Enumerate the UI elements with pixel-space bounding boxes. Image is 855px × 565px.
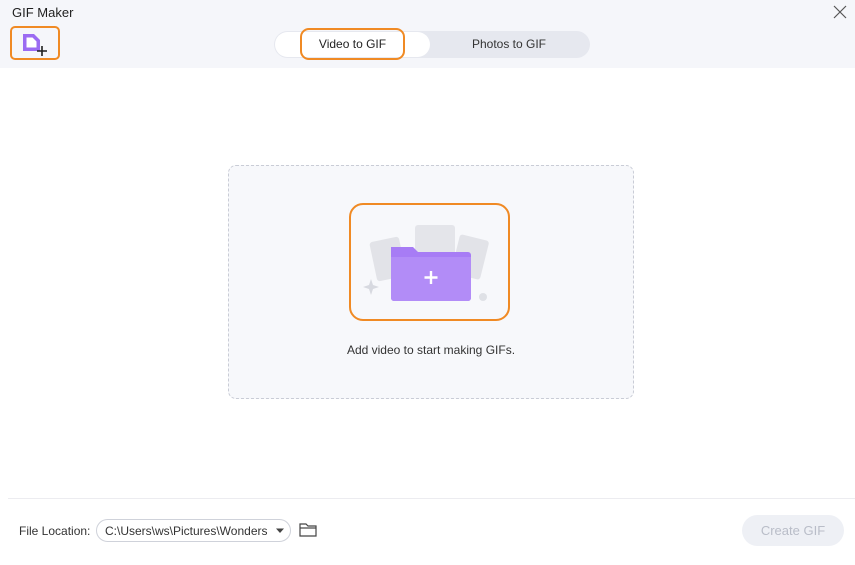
folder-icon	[299, 523, 317, 537]
create-gif-button[interactable]: Create GIF	[742, 515, 844, 546]
add-file-button[interactable]	[10, 26, 60, 60]
add-file-icon	[23, 34, 47, 56]
title-bar: GIF Maker Video to GIF Photos to GIF	[0, 0, 855, 68]
close-button[interactable]	[830, 3, 850, 21]
folder-plus-icon	[363, 225, 489, 301]
add-video-button[interactable]	[349, 203, 510, 321]
mode-switch: Video to GIF Photos to GIF	[274, 31, 590, 58]
file-location-select[interactable]: C:\Users\ws\Pictures\Wonders	[96, 519, 291, 542]
app-title: GIF Maker	[12, 5, 74, 20]
footer-divider	[8, 498, 855, 499]
drop-zone-label: Add video to start making GIFs.	[346, 343, 516, 357]
browse-folder-button[interactable]	[298, 521, 318, 539]
close-icon	[833, 5, 847, 19]
tab-photos-to-gif[interactable]: Photos to GIF	[434, 31, 584, 58]
tab-video-to-gif[interactable]: Video to GIF	[275, 32, 430, 57]
chevron-down-icon	[276, 528, 284, 533]
file-location-path: C:\Users\ws\Pictures\Wonders	[105, 524, 267, 538]
file-location-label: File Location:	[19, 524, 91, 538]
